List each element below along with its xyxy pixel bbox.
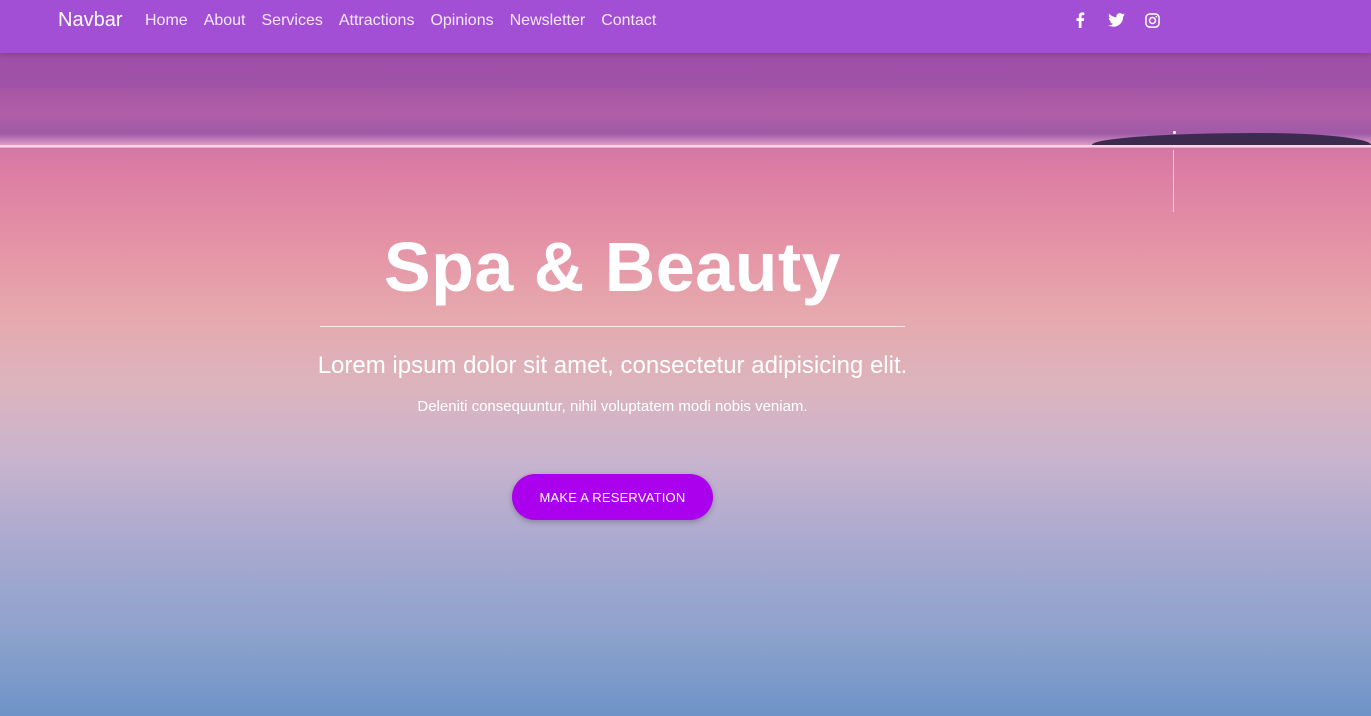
- social-links: [1062, 0, 1170, 40]
- nav-link-opinions[interactable]: Opinions: [422, 12, 501, 30]
- hero-background-horizon: [0, 145, 1371, 147]
- nav-link-services[interactable]: Services: [254, 12, 331, 30]
- navbar: Navbar Home About Services Attractions O…: [0, 0, 1371, 53]
- navbar-brand[interactable]: Navbar: [58, 9, 122, 32]
- hero-background-reflection: [1173, 150, 1174, 212]
- hero-title: Spa & Beauty: [383, 228, 842, 306]
- hero-background-light: [1173, 131, 1176, 134]
- nav-link-contact[interactable]: Contact: [593, 12, 664, 30]
- facebook-link[interactable]: [1062, 0, 1098, 40]
- instagram-link[interactable]: [1134, 0, 1170, 40]
- twitter-icon: [1107, 13, 1125, 27]
- twitter-link[interactable]: [1098, 0, 1134, 40]
- nav-link-home[interactable]: Home: [137, 12, 196, 30]
- hero-lead-text: Lorem ipsum dolor sit amet, consectetur …: [317, 352, 908, 379]
- nav-link-newsletter[interactable]: Newsletter: [502, 12, 594, 30]
- make-reservation-button[interactable]: MAKE A RESERVATION: [512, 474, 713, 520]
- nav-links: Home About Services Attractions Opinions…: [137, 0, 664, 42]
- page: Navbar Home About Services Attractions O…: [0, 0, 1371, 716]
- hero-divider: [320, 326, 905, 327]
- facebook-icon: [1076, 12, 1085, 28]
- nav-link-attractions[interactable]: Attractions: [331, 12, 423, 30]
- nav-link-about[interactable]: About: [196, 12, 254, 30]
- hero-background-sky: [0, 53, 1371, 148]
- hero-subtext: Deleniti consequuntur, nihil voluptatem …: [417, 398, 808, 415]
- instagram-icon: [1144, 12, 1160, 28]
